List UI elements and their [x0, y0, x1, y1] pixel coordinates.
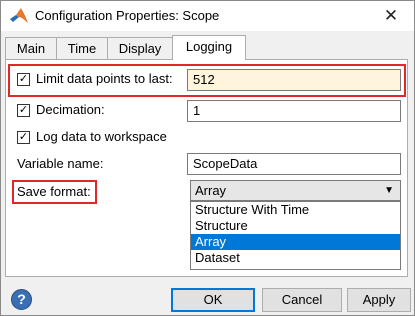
save-format-options: Structure With Time Structure Array Data…: [190, 201, 401, 270]
title-bar: Configuration Properties: Scope ✕: [1, 1, 414, 31]
log-to-workspace-label: Log data to workspace: [36, 129, 167, 144]
limit-points-input[interactable]: 512: [187, 69, 401, 91]
option-structure[interactable]: Structure: [191, 218, 400, 234]
apply-button[interactable]: Apply: [347, 288, 411, 312]
log-to-workspace-checkbox[interactable]: ✓: [17, 131, 30, 144]
tab-logging[interactable]: Logging: [172, 35, 246, 60]
decimation-input[interactable]: 1: [187, 100, 401, 122]
save-format-selected: Array: [195, 183, 227, 198]
decimation-label: Decimation:: [36, 102, 105, 117]
cancel-button[interactable]: Cancel: [262, 288, 342, 312]
matlab-logo-icon: [10, 8, 28, 23]
option-array[interactable]: Array: [191, 234, 400, 250]
save-format-dropdown[interactable]: Array ▼: [190, 180, 401, 201]
limit-points-checkbox[interactable]: ✓: [17, 73, 30, 86]
tab-main[interactable]: Main: [5, 37, 57, 60]
logging-panel: ✓ Limit data points to last: 512 ✓ Decim…: [5, 59, 408, 277]
option-structure-with-time[interactable]: Structure With Time: [191, 202, 400, 218]
variable-name-label: Variable name:: [17, 156, 104, 171]
variable-name-input[interactable]: ScopeData: [187, 153, 401, 175]
ok-button[interactable]: OK: [171, 288, 255, 312]
help-icon[interactable]: ?: [11, 289, 32, 310]
dialog-window: Configuration Properties: Scope ✕ Main T…: [0, 0, 415, 316]
decimation-checkbox[interactable]: ✓: [17, 104, 30, 117]
save-format-label: Save format:: [17, 184, 91, 199]
close-icon[interactable]: ✕: [371, 4, 411, 28]
tab-bar: Main Time Display Logging: [1, 35, 414, 60]
limit-points-label: Limit data points to last:: [36, 71, 173, 86]
option-dataset[interactable]: Dataset: [191, 250, 400, 266]
tab-time[interactable]: Time: [56, 37, 108, 60]
window-title: Configuration Properties: Scope: [35, 8, 220, 23]
tab-display[interactable]: Display: [107, 37, 173, 60]
chevron-down-icon[interactable]: ▼: [384, 181, 394, 200]
